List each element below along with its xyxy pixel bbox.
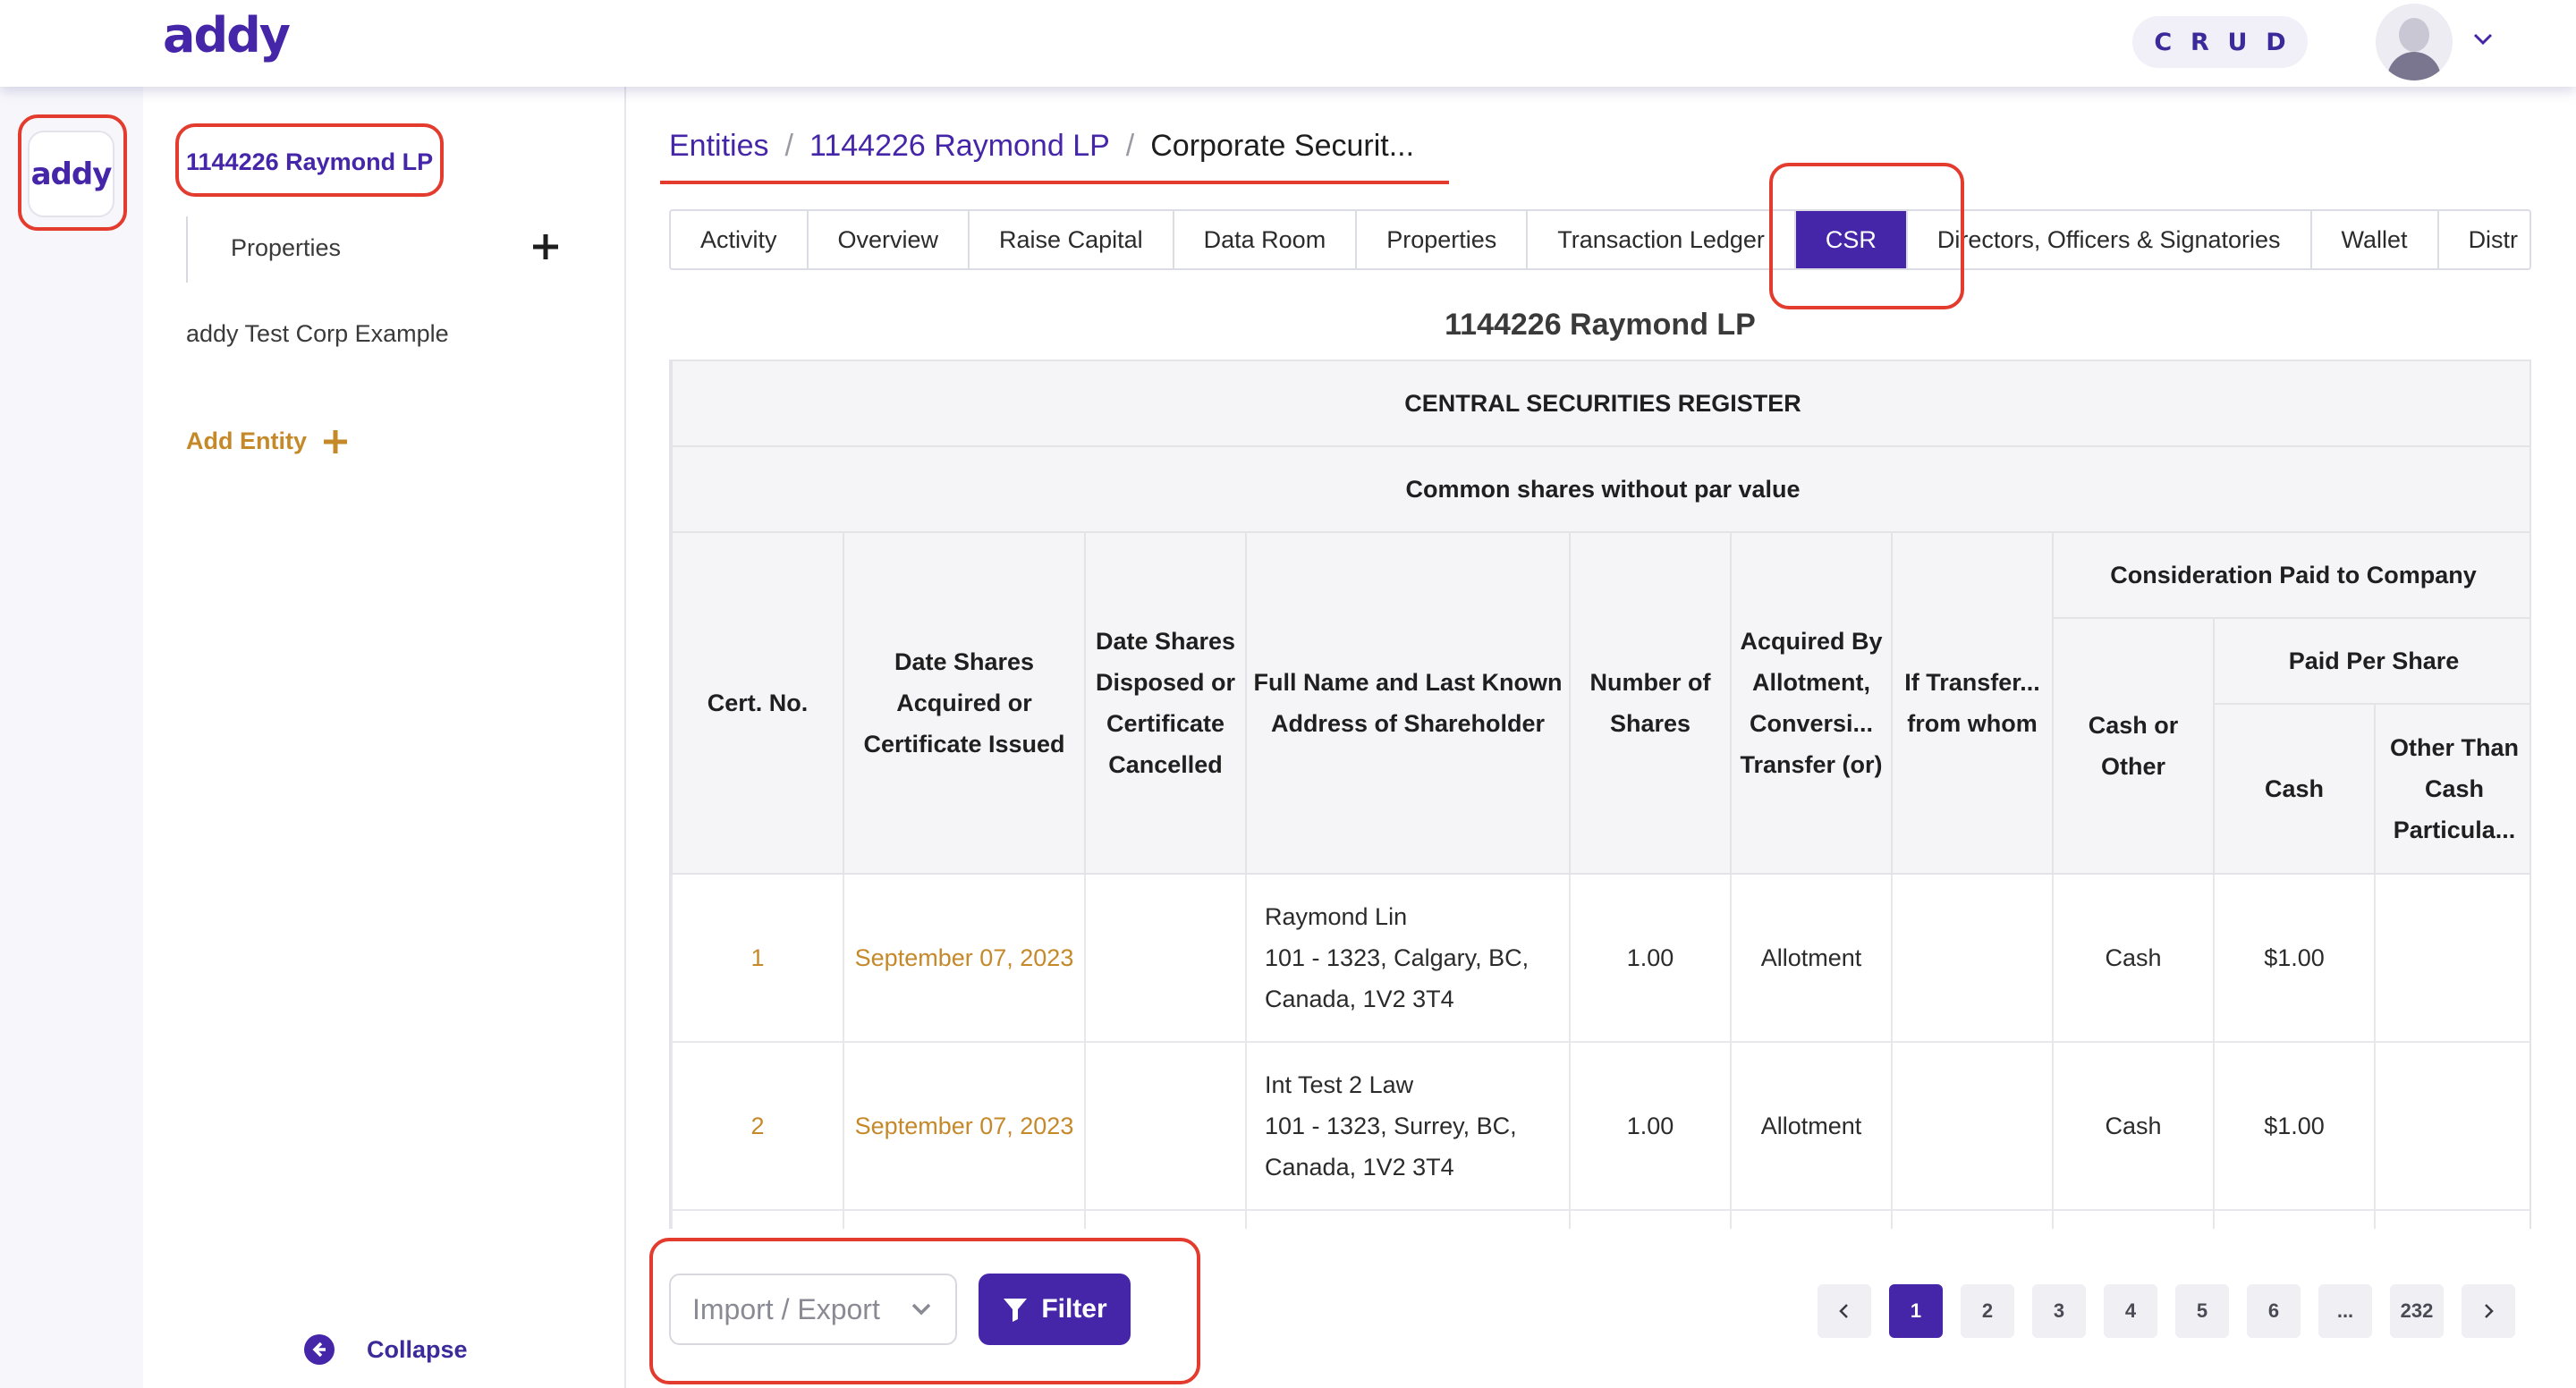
tab-properties[interactable]: Properties [1357,211,1529,268]
crud-create: C [2154,28,2173,56]
tab-activity[interactable]: Activity [671,211,809,268]
acquired-by: Allotment [1730,873,1893,1043]
sidebar-item-corp[interactable]: addy Test Corp Example [186,320,449,348]
pagination-page[interactable]: 4 [2104,1284,2157,1338]
date-disposed [1084,1041,1247,1211]
share-class-heading: Common shares without par value [671,445,2529,533]
pagination-page[interactable]: 1 [1889,1284,1943,1338]
register-table-container[interactable]: CENTRAL SECURITIES REGISTER Common share… [669,360,2531,1229]
breadcrumb-separator: / [784,129,793,163]
col-acquired-by: Acquired By Allotment, Conversi... Trans… [1730,531,1893,875]
add-entity-label: Add Entity [186,427,307,454]
shareholder-cell: Raymond Lin 101 - 1323, Calgary, BC, Can… [1245,873,1571,1043]
collapse-button[interactable]: Collapse [304,1334,468,1365]
crud-delete: D [2266,28,2286,56]
tab-wallet[interactable]: Wallet [2312,211,2439,268]
cert-number[interactable]: 2 [671,1041,844,1211]
tree-line [186,216,188,283]
cash-or-other: Cash [2052,873,2215,1043]
annotation-highlight [175,123,444,197]
collapse-label: Collapse [367,1335,468,1363]
table-row[interactable]: 1 September 07, 2023 Raymond Lin 101 - 1… [671,873,2529,1043]
crud-update: U [2227,28,2248,56]
shareholder-name: Int Test 2 Law [1265,1071,1414,1098]
pagination-page[interactable]: 3 [2032,1284,2086,1338]
plus-icon [324,429,347,453]
col-if-transfer: If Transfer... from whom [1891,531,2054,875]
tab-raise-capital[interactable]: Raise Capital [970,211,1174,268]
col-other-than-cash: Other Than Cash Particula... [2373,703,2529,875]
breadcrumb-entities[interactable]: Entities [669,129,769,164]
register-heading: CENTRAL SECURITIES REGISTER [671,360,2529,447]
col-full-name: Full Name and Last Known Address of Shar… [1245,531,1571,875]
date-disposed [1084,873,1247,1043]
other-than-cash [2373,1041,2529,1211]
breadcrumb: Entities / 1144226 Raymond LP / Corporat… [669,129,1414,164]
breadcrumb-current: Corporate Securit... [1150,129,1415,163]
breadcrumb-entity[interactable]: 1144226 Raymond LP [809,129,1110,164]
pagination-prev-icon[interactable] [1818,1284,1871,1338]
add-property-plus-icon[interactable] [531,233,560,261]
add-entity-button[interactable]: Add Entity [186,427,348,455]
cash-paid: $1.00 [2213,873,2376,1043]
central-securities-register-table: CENTRAL SECURITIES REGISTER Common share… [671,360,2529,1229]
date-acquired: September 07, 2023 [843,1041,1086,1211]
pagination-next-icon[interactable] [2462,1284,2515,1338]
crud-read: R [2190,28,2209,56]
pagination-page[interactable]: 5 [2175,1284,2229,1338]
col-number-shares: Number of Shares [1569,531,1732,875]
shareholder-address-line1: 101 - 1323, Calgary, BC, [1265,944,1530,971]
col-cert-no: Cert. No. [671,531,844,875]
left-rail [0,87,143,1388]
sidebar-item-properties[interactable]: Properties [231,234,341,262]
col-date-disposed: Date Shares Disposed or Certificate Canc… [1084,531,1247,875]
col-paid-per-share: Paid Per Share [2212,617,2529,705]
tab-transaction-ledger[interactable]: Transaction Ledger [1528,211,1796,268]
cert-number[interactable]: 1 [671,873,844,1043]
cash-paid: $1.00 [2213,1041,2376,1211]
tab-directors-officers[interactable]: Directors, Officers & Signatories [1908,211,2312,268]
shareholder-address-line2: Canada, 1V2 3T4 [1265,1154,1454,1181]
register-entity-name: 1144226 Raymond LP [1445,308,1756,342]
shareholder-cell: Int Test 2 Law 101 - 1323, Surrey, BC, C… [1245,1041,1571,1211]
transfer-from [1891,1041,2054,1211]
table-row[interactable]: 2 September 07, 2023 Int Test 2 Law 101 … [671,1041,2529,1211]
tab-data-room[interactable]: Data Room [1174,211,1358,268]
shareholder-address-line1: 101 - 1323, Surrey, BC, [1265,1113,1517,1139]
annotation-highlight [1769,163,1964,309]
tab-distributions[interactable]: Distr [2439,211,2529,268]
arrow-left-circle-icon [304,1334,335,1365]
pagination-ellipsis[interactable]: ... [2318,1284,2372,1338]
entity-tabs: Activity Overview Raise Capital Data Roo… [669,209,2531,270]
pagination-page[interactable]: 6 [2247,1284,2301,1338]
shareholder-name: Raymond Lin [1265,903,1408,930]
pagination: 1 2 3 4 5 6 ... 232 [1818,1284,2515,1338]
pagination-page[interactable]: 2 [1961,1284,2014,1338]
top-header: addy C R U D [0,0,2576,87]
cash-or-other: Cash [2052,1041,2215,1211]
other-than-cash [2373,873,2529,1043]
annotation-highlight [18,114,127,231]
entity-sidebar [143,87,626,1388]
user-avatar-icon[interactable] [2376,4,2453,80]
annotation-highlight [649,1238,1200,1384]
col-cash: Cash [2213,703,2376,875]
tab-overview[interactable]: Overview [809,211,970,268]
shareholder-address-line2: Canada, 1V2 3T4 [1265,986,1454,1012]
col-cash-or-other: Cash or Other [2052,617,2215,875]
annotation-underline [660,181,1449,184]
col-consideration: Consideration Paid to Company [2051,531,2529,619]
number-of-shares: 1.00 [1569,1041,1732,1211]
addy-logo[interactable]: addy [163,7,291,63]
crud-permissions-badge: C R U D [2132,16,2308,68]
date-acquired: September 07, 2023 [843,873,1086,1043]
breadcrumb-separator: / [1125,129,1135,163]
transfer-from [1891,873,2054,1043]
number-of-shares: 1.00 [1569,873,1732,1043]
table-row[interactable] [671,1209,2529,1229]
acquired-by: Allotment [1730,1041,1893,1211]
col-date-acquired: Date Shares Acquired or Certificate Issu… [843,531,1086,875]
pagination-page[interactable]: 232 [2390,1284,2444,1338]
chevron-down-icon[interactable] [2470,27,2496,52]
